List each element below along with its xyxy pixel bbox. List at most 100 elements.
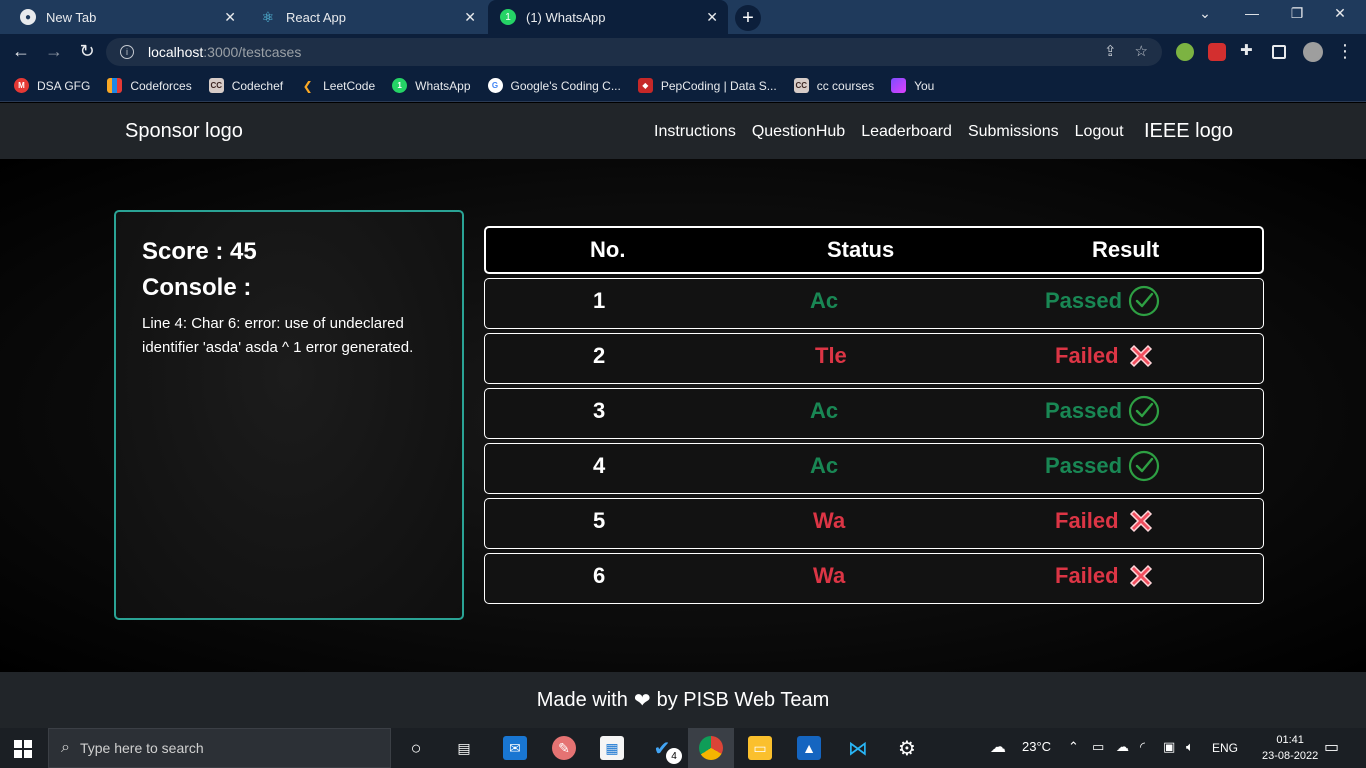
row-status: Tle [815, 343, 847, 368]
window-close-button[interactable]: ✕ [1325, 5, 1355, 22]
bookmark-leetcode[interactable]: ❮ LeetCode [300, 78, 376, 93]
notification-center-icon[interactable]: ▭ [1324, 737, 1339, 757]
nav-logout[interactable]: Logout [1075, 123, 1124, 141]
results-table: No. Status Result 1 Ac Passed 2 Tle Failed 3 Ac… [484, 226, 1264, 604]
console-output: Line 4: Char 6: error: use of undeclared… [142, 315, 414, 356]
row-result-label: Passed [1045, 288, 1123, 313]
tab-label: React App [286, 9, 346, 25]
battery-icon[interactable]: ▭ [1092, 739, 1104, 755]
table-body: 1 Ac Passed 2 Tle Failed 3 Ac Passed 4 Ac Passed 5 Wa… [484, 278, 1264, 604]
bookmark-google-coding[interactable]: G Google's Coding C... [487, 78, 621, 93]
search-placeholder: Type here to search [79, 740, 204, 756]
system-clock[interactable]: 01:41 23-08-2022 [1262, 732, 1318, 764]
tab-react-app[interactable]: ⚛ React App ✕ [248, 0, 486, 34]
chrome-icon[interactable] [699, 736, 723, 760]
vscode-icon[interactable]: ⋈ [846, 736, 870, 760]
row-result: Passed [1045, 285, 1160, 317]
bookmark-pepcoding[interactable]: ◆ PepCoding | Data S... [637, 78, 777, 93]
bookmark-dsa-gfg[interactable]: M DSA GFG [14, 78, 90, 93]
tab-new-tab[interactable]: ● New Tab ✕ [8, 0, 246, 34]
weather-temp[interactable]: 23°C [1022, 739, 1051, 754]
restore-button[interactable]: ❐ [1282, 5, 1312, 22]
row-status: Wa [813, 563, 846, 588]
info-icon[interactable]: i [120, 45, 134, 59]
footer: Made with ❤ by PISB Web Team [0, 672, 1366, 728]
wifi-icon[interactable]: ◜ [1140, 739, 1145, 755]
check-circle-icon [1128, 285, 1160, 317]
browser-tab-strip: ● New Tab ✕ ⚛ React App ✕ 1 (1) WhatsApp… [0, 0, 1366, 34]
row-result: Passed [1045, 450, 1160, 482]
avatar[interactable] [1303, 42, 1323, 62]
sponsor-logo[interactable]: Sponsor logo [125, 120, 243, 143]
nav-leaderboard[interactable]: Leaderboard [861, 123, 952, 141]
meet-icon[interactable]: ▣ [1163, 739, 1175, 755]
row-result: Passed [1045, 395, 1160, 427]
bookmark-label: Codechef [231, 78, 284, 93]
file-explorer-icon[interactable]: ▭ [748, 736, 772, 760]
task-view-icon[interactable]: ▤ [452, 736, 476, 760]
bookmark-label: Google's Coding C... [510, 78, 621, 93]
header-no: No. [590, 237, 626, 262]
ieee-logo[interactable]: IEEE logo [1144, 120, 1233, 143]
windows-taskbar: ⌕ Type here to search ○ ▤ ✉ ✎ ▦ ✔ 4 ▭ ▲ … [0, 728, 1366, 768]
close-icon[interactable]: ✕ [224, 9, 236, 26]
console-heading: Console : [142, 274, 252, 301]
browser-toolbar: ← → ↻ i localhost:3000/testcases ⇪ ☆ ✚ ⋮ [0, 34, 1366, 70]
store-icon[interactable]: ▦ [600, 736, 624, 760]
nav-instructions[interactable]: Instructions [654, 123, 736, 141]
extension-green-icon[interactable] [1176, 43, 1194, 61]
volume-icon[interactable]: 🔈︎ [1186, 739, 1194, 755]
bookmark-cc-courses[interactable]: CC cc courses [793, 78, 875, 93]
url-path: :3000/testcases [203, 44, 302, 60]
new-tab-button[interactable]: + [735, 5, 761, 31]
paint-icon[interactable]: ✎ [552, 736, 576, 760]
address-bar[interactable]: i localhost:3000/testcases ⇪ ☆ [106, 38, 1162, 66]
minimize-button[interactable]: — [1237, 5, 1267, 21]
check-circle-icon [1128, 395, 1160, 427]
notification-badge: 4 [666, 748, 682, 764]
photos-icon[interactable]: ▲ [797, 736, 821, 760]
reload-icon[interactable]: ↻ [76, 41, 98, 62]
extension-red-icon[interactable] [1208, 43, 1226, 61]
table-row: 5 Wa Failed [484, 498, 1264, 549]
close-icon[interactable]: ✕ [706, 9, 718, 26]
bookmark-you[interactable]: You [891, 78, 934, 93]
menu-dots-icon[interactable]: ⋮ [1334, 41, 1356, 62]
chevron-up-icon[interactable]: ⌃ [1068, 739, 1079, 755]
bookmark-codechef[interactable]: CC Codechef [208, 78, 284, 93]
cross-icon [1129, 564, 1152, 588]
share-icon[interactable]: ⇪ [1104, 42, 1117, 60]
nav-submissions[interactable]: Submissions [968, 123, 1059, 141]
star-icon[interactable]: ☆ [1135, 42, 1148, 60]
close-icon[interactable]: ✕ [464, 9, 476, 26]
row-result: Failed [1055, 560, 1157, 592]
cortana-icon[interactable]: ○ [404, 736, 428, 760]
row-status: Ac [810, 398, 839, 423]
tab-whatsapp[interactable]: 1 (1) WhatsApp ✕ [488, 0, 728, 34]
weather-icon[interactable]: ☁ [990, 737, 1006, 757]
app-navbar: Sponsor logo Instructions QuestionHub Le… [0, 103, 1366, 159]
react-icon: ⚛ [261, 8, 275, 25]
console-card: Score : 45 Console : Line 4: Char 6: err… [114, 210, 464, 620]
taskbar-search-box[interactable]: ⌕ Type here to search [48, 728, 391, 768]
cross-icon [1129, 509, 1152, 533]
bookmark-codeforces[interactable]: Codeforces [107, 78, 192, 93]
mail-icon[interactable]: ✉ [503, 736, 527, 760]
bookmark-icon: 1 [392, 78, 408, 93]
windows-start-icon[interactable] [14, 740, 32, 758]
forward-arrow-icon[interactable]: → [43, 41, 65, 62]
bookmark-label: cc courses [816, 78, 875, 93]
puzzle-icon[interactable]: ✚ [1240, 41, 1258, 59]
side-panel-icon[interactable] [1272, 45, 1286, 59]
bookmark-icon: ❮ [302, 78, 313, 93]
row-number: 3 [593, 398, 606, 423]
settings-gear-icon[interactable]: ⚙ [895, 736, 919, 760]
language-indicator[interactable]: ENG [1212, 741, 1238, 755]
bookmark-whatsapp[interactable]: 1 WhatsApp [392, 78, 471, 93]
back-arrow-icon[interactable]: ← [10, 41, 32, 62]
nav-questionhub[interactable]: QuestionHub [752, 123, 845, 141]
row-status: Ac [810, 288, 839, 313]
bookmark-label: You [914, 78, 935, 93]
onedrive-icon[interactable]: ☁ [1116, 739, 1129, 755]
chevron-down-icon[interactable]: ⌄ [1190, 5, 1220, 22]
